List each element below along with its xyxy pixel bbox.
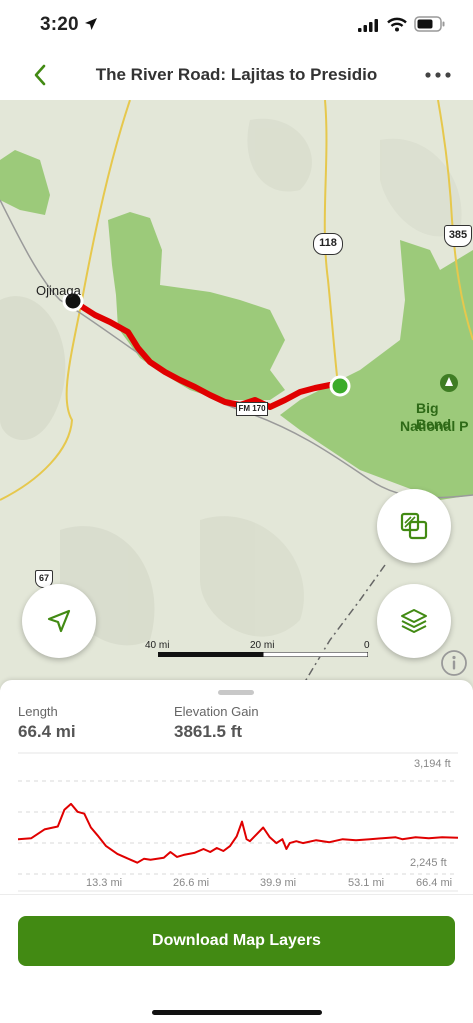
fm-170-shield: FM 170 <box>236 402 268 416</box>
scale-label-left: 40 mi <box>145 640 170 651</box>
elevation-series-line <box>18 802 458 864</box>
city-label: Ojinaga <box>36 283 81 298</box>
home-indicator <box>152 1010 322 1015</box>
download-map-layers-button[interactable]: Download Map Layers <box>18 916 455 966</box>
y-axis-max-label: 3,194 ft <box>414 758 451 770</box>
route-end-marker <box>329 375 351 397</box>
sheet-grabber[interactable] <box>218 690 254 695</box>
trail-map[interactable]: Ojinaga Big Bend National P 118 385 67 F… <box>0 100 473 690</box>
us-385-shield: 385 <box>444 225 472 247</box>
elevation-gain-value: 3861.5 ft <box>174 722 243 741</box>
status-bar: 3:20 <box>0 0 473 52</box>
scale-label-mid: 20 mi <box>250 640 275 651</box>
highway-118-shield: 118 <box>313 233 343 255</box>
signal-icon <box>358 19 378 32</box>
nav-bar: The River Road: Lajitas to Presidio <box>0 52 473 100</box>
x-axis-tick: 66.4 mi <box>416 877 453 889</box>
x-axis-tick: 26.6 mi <box>173 877 210 889</box>
locate-me-button[interactable] <box>22 584 96 658</box>
national-park-area <box>280 240 473 500</box>
page-title: The River Road: Lajitas to Presidio <box>95 65 378 84</box>
compare-layers-button[interactable] <box>377 489 451 563</box>
route-details-sheet: Length 66.4 mi Elevation Gain 3861.5 ft … <box>0 680 473 1023</box>
status-time: 3:20 <box>40 14 79 35</box>
battery-icon <box>414 16 445 32</box>
y-axis-min-label: 2,245 ft <box>410 857 447 869</box>
x-axis-tick: 39.9 mi <box>260 877 297 889</box>
elevation-profile-chart <box>18 752 458 892</box>
scale-label-right: 0 <box>364 640 370 651</box>
x-axis-tick: 13.3 mi <box>86 877 123 889</box>
layers-icon <box>401 609 427 633</box>
overlay-squares-icon <box>400 512 428 540</box>
x-axis-tick: 53.1 mi <box>348 877 385 889</box>
location-arrow-icon <box>85 18 97 30</box>
dashed-boundary <box>299 564 386 690</box>
more-options-button[interactable] <box>422 62 454 88</box>
map-info-icon[interactable] <box>440 649 468 677</box>
sheet-divider <box>0 894 473 895</box>
length-value: 66.4 mi <box>18 722 76 741</box>
length-label: Length <box>18 704 58 719</box>
park-label-line2: National P <box>400 418 469 434</box>
more-dots-icon <box>425 72 451 78</box>
map-layers-button[interactable] <box>377 584 451 658</box>
elevation-gain-label: Elevation Gain <box>174 704 259 719</box>
map-scale-bar <box>158 652 368 657</box>
state-park-area <box>108 212 285 400</box>
wifi-icon <box>387 17 407 32</box>
location-arrow-outline-icon <box>47 609 71 633</box>
